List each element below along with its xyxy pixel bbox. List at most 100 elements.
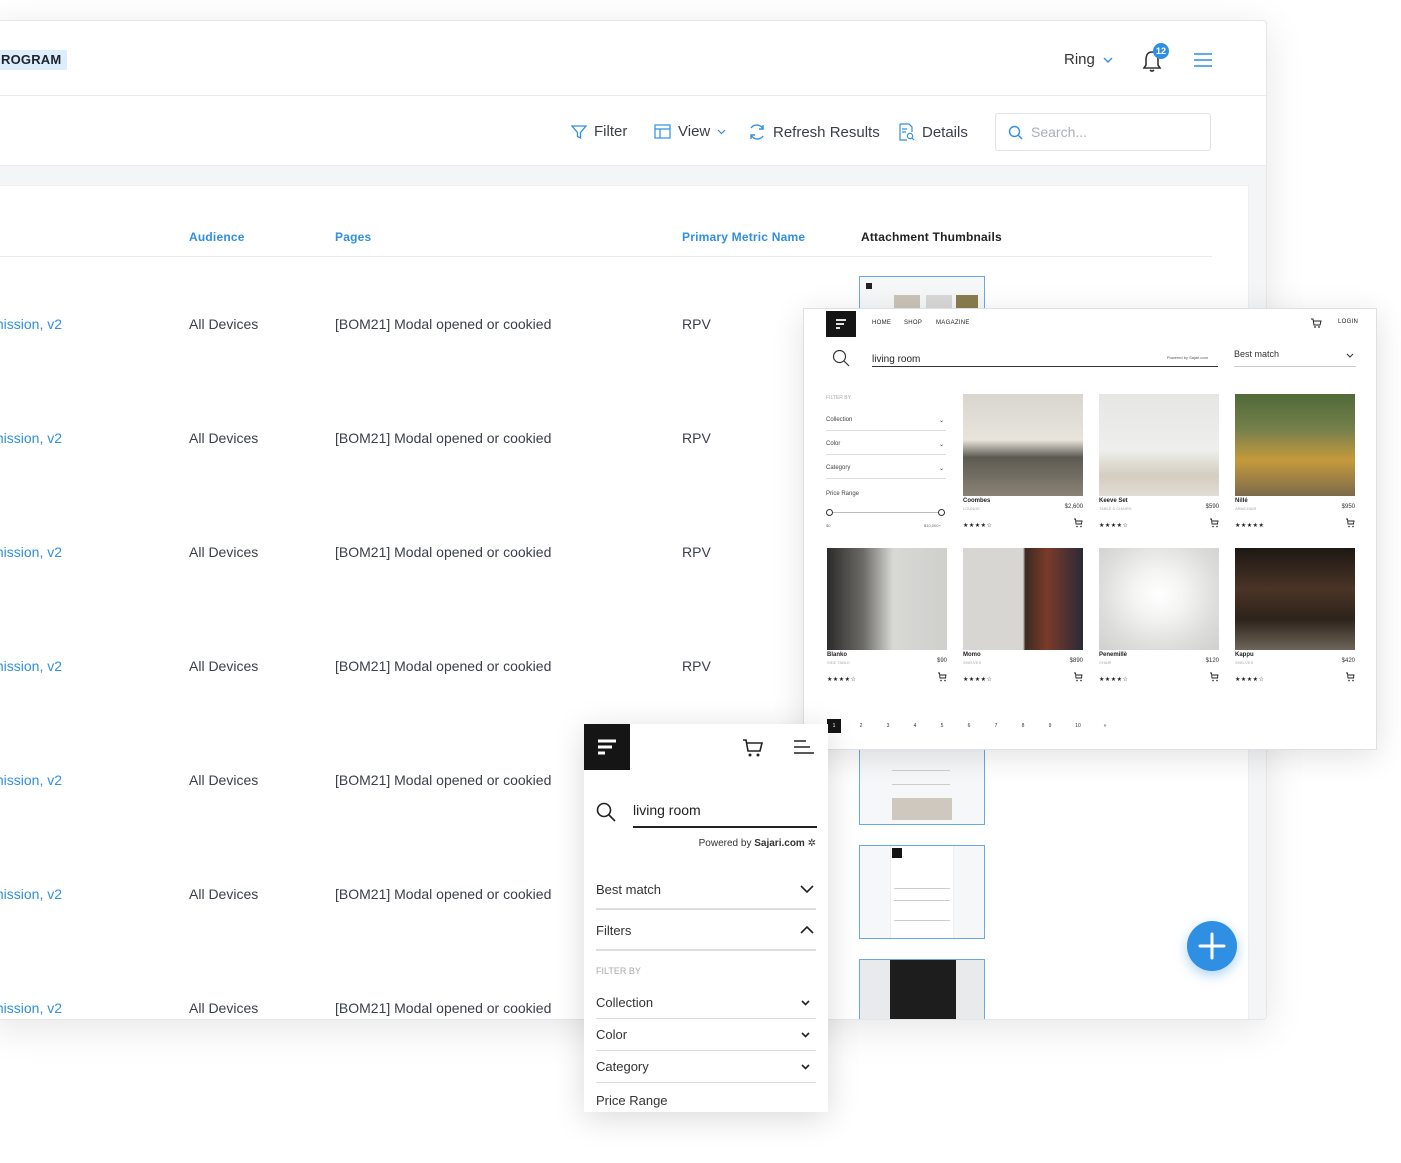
product-image bbox=[1099, 548, 1219, 650]
add-to-cart-icon[interactable] bbox=[1209, 518, 1219, 528]
chevron-down-icon: ⌄ bbox=[938, 418, 944, 424]
add-to-cart-icon[interactable] bbox=[1073, 518, 1083, 528]
filter-label: Category bbox=[826, 465, 851, 471]
user-menu[interactable]: Ring bbox=[1064, 51, 1113, 68]
sort-dropdown[interactable]: Best match bbox=[1234, 349, 1356, 367]
product-category: ARMCHAIR bbox=[1235, 506, 1257, 511]
chevron-down-icon bbox=[800, 885, 814, 893]
pages-cell: [BOM21] Modal opened or cookied bbox=[335, 544, 552, 560]
product-image bbox=[827, 548, 947, 650]
pages-cell: [BOM21] Modal opened or cookied bbox=[335, 316, 552, 332]
page-7[interactable]: 7 bbox=[989, 719, 1003, 733]
filter-color[interactable]: Color ⌄ bbox=[826, 441, 946, 455]
mobile-search-input[interactable]: living room bbox=[633, 802, 817, 828]
product-card[interactable]: Nillé ARMCHAIR $950 ★★★★★ bbox=[1235, 394, 1355, 534]
page-3[interactable]: 3 bbox=[881, 719, 895, 733]
add-to-cart-icon[interactable] bbox=[1345, 518, 1355, 528]
add-to-cart-icon[interactable] bbox=[937, 672, 947, 682]
add-to-cart-icon[interactable] bbox=[1209, 672, 1219, 682]
price-range-label: Price Range bbox=[826, 491, 860, 497]
next-page[interactable]: » bbox=[1098, 719, 1112, 733]
experiment-name-link[interactable]: mission, v2 bbox=[0, 1000, 62, 1016]
chevron-down-icon bbox=[1346, 353, 1354, 358]
view-button[interactable]: View bbox=[654, 123, 726, 140]
chevron-down-icon bbox=[801, 1000, 810, 1006]
product-card[interactable]: Penemillè CHAIR $120 ★★★★☆ bbox=[1099, 548, 1219, 688]
header-divider bbox=[0, 256, 1212, 257]
product-image bbox=[1235, 394, 1355, 496]
product-rating: ★★★★☆ bbox=[1099, 523, 1129, 529]
filter-button[interactable]: Filter bbox=[571, 123, 627, 140]
plus-icon bbox=[1198, 932, 1226, 960]
menu-icon[interactable] bbox=[794, 740, 814, 754]
attachment-thumbnail[interactable] bbox=[859, 845, 985, 939]
experiment-name-link[interactable]: mission, v2 bbox=[0, 430, 62, 446]
experiment-name-link[interactable]: mission, v2 bbox=[0, 772, 62, 788]
search-field[interactable] bbox=[995, 113, 1211, 151]
page-1[interactable]: 1 bbox=[827, 719, 841, 733]
mobile-search-query: living room bbox=[633, 802, 701, 818]
page-4[interactable]: 4 bbox=[908, 719, 922, 733]
attachment-thumbnail[interactable] bbox=[859, 959, 985, 1019]
price-slider-max-handle[interactable] bbox=[938, 509, 945, 516]
add-to-cart-icon[interactable] bbox=[1073, 672, 1083, 682]
column-header-primary-metric[interactable]: Primary Metric Name bbox=[682, 230, 805, 244]
experiment-name-link[interactable]: mission, v2 bbox=[0, 316, 62, 332]
cart-icon[interactable] bbox=[1310, 317, 1322, 329]
filter-collection[interactable]: Collection ⌄ bbox=[826, 417, 946, 431]
mobile-sort-dropdown[interactable]: Best match bbox=[596, 882, 816, 910]
filter-label: Collection bbox=[826, 417, 853, 423]
nav-magazine[interactable]: MAGAZINE bbox=[936, 320, 970, 326]
product-image bbox=[963, 394, 1083, 496]
sparkle-icon: ✲ bbox=[807, 838, 816, 849]
search-icon bbox=[1008, 125, 1023, 139]
filter-category[interactable]: Category bbox=[596, 1059, 816, 1083]
experiment-name-link[interactable]: mission, v2 bbox=[0, 658, 62, 674]
nav-shop[interactable]: SHOP bbox=[904, 320, 922, 326]
audience-cell: All Devices bbox=[189, 658, 259, 674]
price-min: $0 bbox=[826, 523, 831, 528]
page-10[interactable]: 10 bbox=[1071, 719, 1085, 733]
filters-toggle[interactable]: Filters bbox=[596, 923, 816, 951]
filter-label: Color bbox=[826, 441, 841, 447]
page-2[interactable]: 2 bbox=[854, 719, 868, 733]
product-price: $890 bbox=[1069, 658, 1083, 664]
page-9[interactable]: 9 bbox=[1043, 719, 1057, 733]
store-search-input[interactable]: living room Powered by Sajari.com bbox=[872, 349, 1218, 367]
audience-cell: All Devices bbox=[189, 316, 259, 332]
add-button[interactable] bbox=[1187, 921, 1237, 971]
product-card[interactable]: Keeve Set TABLE & CHAIRS $590 ★★★★☆ bbox=[1099, 394, 1219, 534]
product-card[interactable]: Momo SHELVES $890 ★★★★☆ bbox=[963, 548, 1083, 688]
refresh-results-button[interactable]: Refresh Results bbox=[748, 123, 880, 141]
product-price: $120 bbox=[1205, 658, 1219, 664]
page-8[interactable]: 8 bbox=[1016, 719, 1030, 733]
experiment-name-link[interactable]: mission, v2 bbox=[0, 886, 62, 902]
page-6[interactable]: 6 bbox=[962, 719, 976, 733]
cart-icon[interactable] bbox=[742, 738, 764, 758]
metric-cell: RPV bbox=[682, 658, 711, 674]
filter-color[interactable]: Color bbox=[596, 1027, 816, 1051]
details-label: Details bbox=[922, 123, 968, 141]
product-card[interactable]: Blanko SIDE TABLE $90 ★★★★☆ bbox=[827, 548, 947, 688]
login-link[interactable]: LOGIN bbox=[1338, 319, 1358, 325]
details-button[interactable]: Details bbox=[898, 123, 968, 141]
menu-icon[interactable] bbox=[1194, 53, 1212, 67]
filter-collection[interactable]: Collection bbox=[596, 995, 816, 1019]
nav-home[interactable]: HOME bbox=[872, 320, 891, 326]
search-input[interactable] bbox=[1031, 124, 1191, 140]
column-header-audience[interactable]: Audience bbox=[189, 230, 245, 244]
product-image bbox=[963, 548, 1083, 650]
experiment-name-link[interactable]: mission, v2 bbox=[0, 544, 62, 560]
price-slider-min-handle[interactable] bbox=[826, 509, 833, 516]
price-range-label: Price Range bbox=[596, 1093, 668, 1108]
page-5[interactable]: 5 bbox=[935, 719, 949, 733]
product-card[interactable]: Kappu SHELVES $420 ★★★★☆ bbox=[1235, 548, 1355, 688]
add-to-cart-icon[interactable] bbox=[1345, 672, 1355, 682]
top-bar: ROGRAM Ring 12 bbox=[0, 21, 1266, 96]
metric-cell: RPV bbox=[682, 316, 711, 332]
store-logo bbox=[826, 311, 856, 337]
filter-category[interactable]: Category ⌄ bbox=[826, 465, 946, 479]
column-header-pages[interactable]: Pages bbox=[335, 230, 371, 244]
product-rating: ★★★★☆ bbox=[963, 523, 993, 529]
product-card[interactable]: Coombes LOUNGE $2,600 ★★★★☆ bbox=[963, 394, 1083, 534]
